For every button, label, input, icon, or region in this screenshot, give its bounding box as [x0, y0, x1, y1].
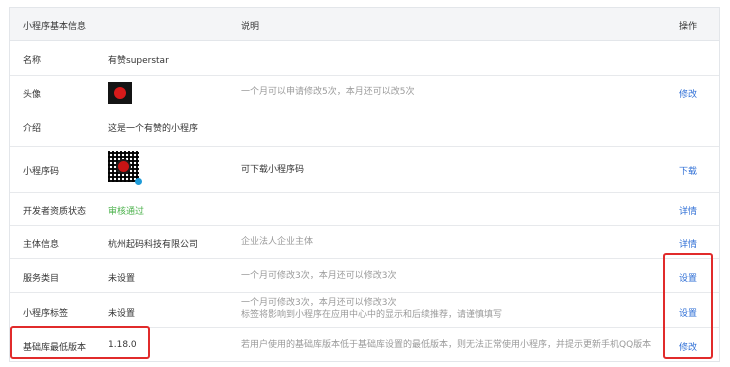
row-entity-info: 主体信息 杭州起码科技有限公司 企业法人企业主体 详情	[10, 226, 719, 259]
logo-icon	[116, 159, 131, 174]
mini-program-info-table: 小程序基本信息 说明 操作 名称 有赞superstar 头像 一个月可以申请修…	[9, 7, 720, 362]
row-avatar: 头像 一个月可以申请修改5次，本月还可以改5次 修改	[10, 76, 719, 109]
highlight-operations	[663, 253, 713, 359]
row-label: 名称	[23, 56, 42, 66]
row-label: 服务类目	[23, 274, 60, 284]
min-lib-version-description: 若用户使用的基础库版本低于基础库设置的最低版本，则无法正常使用小程序，并提示更新…	[241, 340, 652, 350]
service-category-description: 一个月可修改3次，本月还可以修改3次	[241, 271, 397, 281]
row-qrcode: 小程序码 可下载小程序码 下载	[10, 147, 719, 193]
avatar-description: 一个月可以申请修改5次，本月还可以改5次	[241, 87, 415, 97]
header-description: 说明	[241, 22, 260, 32]
row-tags: 小程序标签 未设置 一个月可修改3次，本月还可以修改3次 标签将影响到小程序在应…	[10, 293, 719, 328]
modify-avatar-link[interactable]: 修改	[679, 87, 697, 100]
app-intro: 这是一个有赞的小程序	[108, 124, 199, 134]
developer-details-link[interactable]: 详情	[679, 204, 697, 217]
badge-dot-icon	[135, 178, 142, 185]
entity-name: 杭州起码科技有限公司	[108, 240, 199, 250]
row-developer-status: 开发者资质状态 审核通过 详情	[10, 193, 719, 226]
service-category-value: 未设置	[108, 274, 136, 284]
entity-details-link[interactable]: 详情	[679, 237, 697, 250]
avatar	[108, 82, 132, 104]
row-label: 小程序码	[23, 167, 60, 177]
highlight-min-lib-version	[10, 326, 150, 359]
row-label: 介绍	[23, 124, 42, 134]
tags-note: 标签将影响到小程序在应用中心中的显示和后续推荐，请谨慎填写	[241, 310, 503, 320]
row-intro: 介绍 这是一个有赞的小程序	[10, 109, 719, 147]
qr-code-image	[108, 151, 142, 185]
header-operation: 操作	[679, 22, 698, 32]
row-service-category: 服务类目 未设置 一个月可修改3次，本月还可以修改3次 设置	[10, 259, 719, 293]
tags-value: 未设置	[108, 309, 136, 319]
table-header: 小程序基本信息 说明 操作	[10, 8, 719, 41]
app-name: 有赞superstar	[108, 56, 169, 66]
row-label: 开发者资质状态	[23, 207, 87, 217]
row-label: 头像	[23, 90, 42, 100]
tags-description: 一个月可修改3次，本月还可以修改3次	[241, 298, 397, 308]
download-qrcode-link[interactable]: 下载	[679, 164, 697, 177]
row-label: 主体信息	[23, 240, 60, 250]
qrcode-description: 可下载小程序码	[241, 165, 305, 175]
entity-type: 企业法人企业主体	[241, 237, 314, 247]
row-label: 小程序标签	[23, 309, 69, 319]
status-badge: 审核通过	[108, 207, 145, 217]
row-name: 名称 有赞superstar	[10, 41, 719, 76]
header-info: 小程序基本信息	[23, 22, 87, 32]
